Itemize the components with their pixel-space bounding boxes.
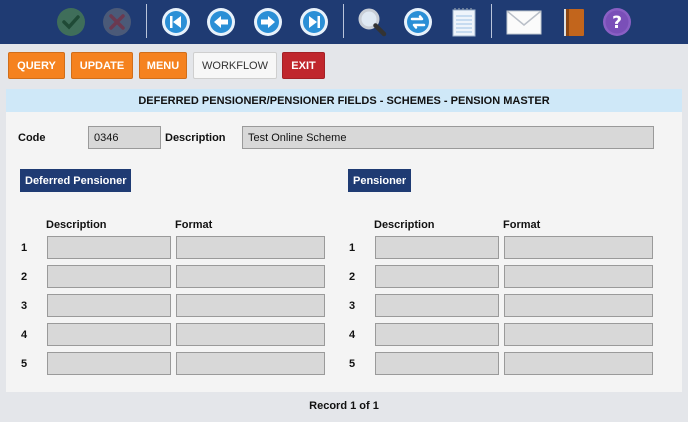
description-field[interactable]: Test Online Scheme — [242, 126, 654, 149]
pensioner-format-header: Format — [503, 219, 541, 231]
pensioner-format-5[interactable] — [504, 352, 653, 375]
panel-title: DEFERRED PENSIONER/PENSIONER FIELDS - SC… — [6, 89, 682, 112]
query-button[interactable]: QUERY — [8, 52, 65, 79]
menu-button[interactable]: MENU — [139, 52, 187, 79]
previous-record-icon[interactable] — [205, 6, 237, 38]
pensioner-description-1[interactable] — [375, 236, 499, 259]
mail-icon[interactable] — [505, 6, 543, 38]
pension-master-panel: DEFERRED PENSIONER/PENSIONER FIELDS - SC… — [6, 89, 682, 392]
code-field[interactable]: 0346 — [88, 126, 161, 149]
toolbar: ? — [0, 0, 688, 44]
record-status: Record 1 of 1 — [309, 400, 379, 412]
cancel-icon[interactable] — [101, 6, 133, 38]
code-label: Code — [18, 132, 46, 144]
search-icon[interactable] — [356, 6, 388, 38]
pensioner-format-2[interactable] — [504, 265, 653, 288]
pensioner-description-header: Description — [374, 219, 435, 231]
deferred-row-number: 3 — [21, 300, 28, 312]
exit-button[interactable]: EXIT — [282, 52, 325, 79]
deferred-description-1[interactable] — [47, 236, 171, 259]
deferred-row-number: 1 — [21, 242, 28, 254]
pensioner-format-1[interactable] — [504, 236, 653, 259]
deferred-pensioner-heading: Deferred Pensioner — [20, 169, 132, 192]
pensioner-description-4[interactable] — [375, 323, 499, 346]
deferred-row-number: 5 — [21, 358, 28, 370]
update-button[interactable]: UPDATE — [71, 52, 133, 79]
deferred-description-4[interactable] — [47, 323, 171, 346]
notes-icon[interactable] — [448, 6, 480, 38]
last-record-icon[interactable] — [298, 6, 330, 38]
deferred-format-2[interactable] — [176, 265, 325, 288]
pensioner-heading: Pensioner — [348, 169, 412, 192]
deferred-format-4[interactable] — [176, 323, 325, 346]
deferred-format-3[interactable] — [176, 294, 325, 317]
deferred-description-header: Description — [46, 219, 107, 231]
first-record-icon[interactable] — [160, 6, 192, 38]
pensioner-row-number: 4 — [349, 329, 356, 341]
deferred-description-5[interactable] — [47, 352, 171, 375]
pensioner-description-3[interactable] — [375, 294, 499, 317]
deferred-row-number: 2 — [21, 271, 28, 283]
pensioner-row-number: 2 — [349, 271, 356, 283]
deferred-row-number: 4 — [21, 329, 28, 341]
pensioner-description-5[interactable] — [375, 352, 499, 375]
refresh-icon[interactable] — [402, 6, 434, 38]
deferred-format-5[interactable] — [176, 352, 325, 375]
pensioner-row-number: 1 — [349, 242, 356, 254]
pensioner-format-4[interactable] — [504, 323, 653, 346]
pensioner-row-number: 5 — [349, 358, 356, 370]
svg-text:?: ? — [612, 13, 622, 33]
deferred-description-3[interactable] — [47, 294, 171, 317]
accept-icon[interactable] — [55, 6, 87, 38]
next-record-icon[interactable] — [252, 6, 284, 38]
workflow-button[interactable]: WORKFLOW — [193, 52, 277, 79]
deferred-format-header: Format — [175, 219, 213, 231]
deferred-description-2[interactable] — [47, 265, 171, 288]
pensioner-format-3[interactable] — [504, 294, 653, 317]
book-icon[interactable] — [558, 6, 590, 38]
help-icon[interactable]: ? — [601, 6, 633, 38]
description-label: Description — [165, 132, 226, 144]
pensioner-row-number: 3 — [349, 300, 356, 312]
pensioner-description-2[interactable] — [375, 265, 499, 288]
deferred-format-1[interactable] — [176, 236, 325, 259]
